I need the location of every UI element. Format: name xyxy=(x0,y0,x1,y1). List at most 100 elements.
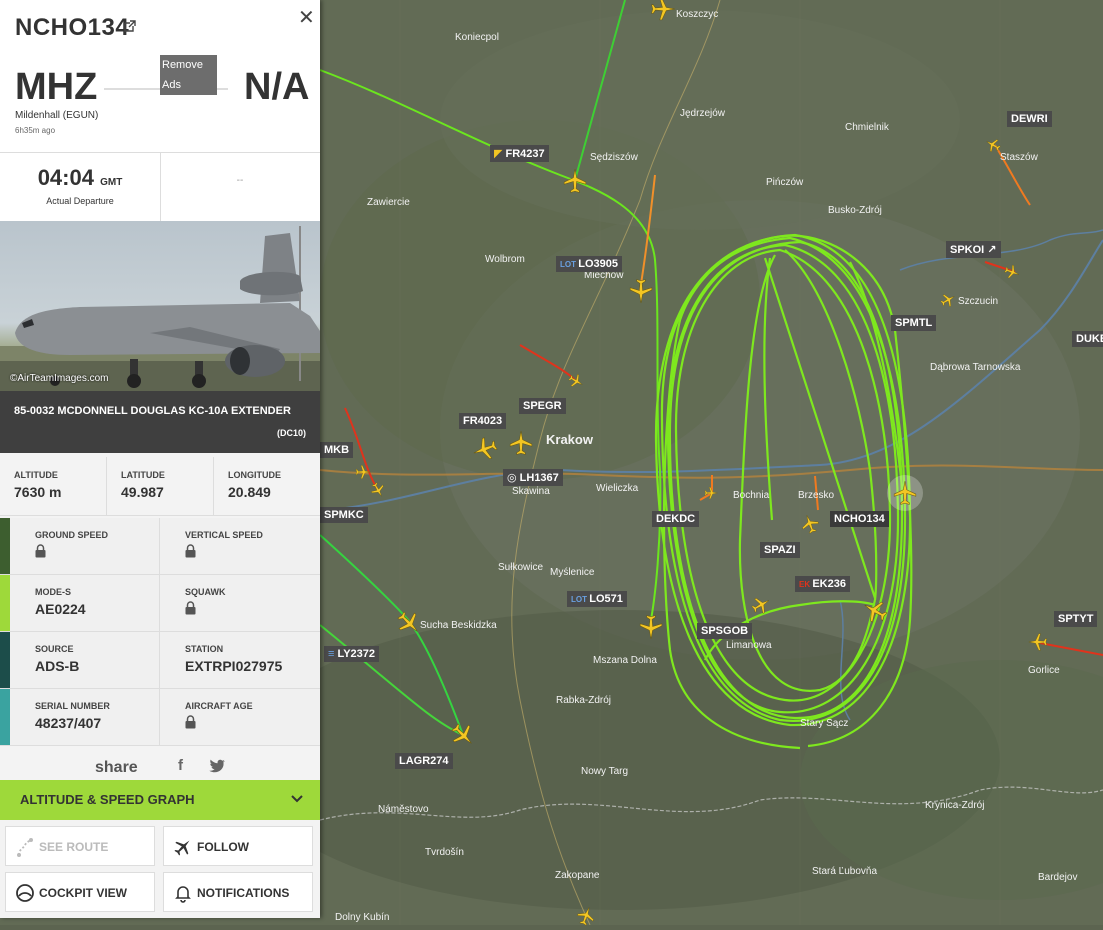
plane-icon[interactable] xyxy=(562,168,588,194)
flight-label[interactable]: DEWRI xyxy=(1007,111,1052,127)
longitude-cell: LONGITUDE 20.849 xyxy=(228,470,281,500)
plane-icon[interactable] xyxy=(985,137,1001,153)
bell-icon xyxy=(175,886,191,903)
plane-icon[interactable] xyxy=(862,598,888,624)
lock-icon xyxy=(185,715,196,729)
flight-label[interactable]: SPKOI ↗ xyxy=(946,241,1001,258)
destination-code: N/A xyxy=(244,66,310,108)
plane-icon[interactable] xyxy=(638,614,664,640)
photo-credit[interactable]: ©AirTeamImages.com xyxy=(10,373,109,384)
flight-label[interactable]: EK EK236 xyxy=(795,576,850,592)
departed-ago: 6h35m ago xyxy=(15,126,56,135)
city-label: Krakow xyxy=(546,432,593,447)
city-label: Szczucin xyxy=(958,296,999,307)
mode-s-row: MODE-S AE0224 SQUAWK xyxy=(0,575,320,632)
city-label: Gorlice xyxy=(1028,665,1060,676)
flight-label[interactable]: ≡ LY2372 xyxy=(324,646,380,662)
city-label: Myślenice xyxy=(550,567,595,578)
plane-icon[interactable] xyxy=(751,595,771,615)
emirates-logo-icon: EK xyxy=(799,580,813,589)
source-row: SOURCE ADS-B STATION EXTRPI027975 xyxy=(0,632,320,689)
city-label: Zakopane xyxy=(555,870,600,881)
follow-button[interactable]: FOLLOW xyxy=(163,826,313,866)
flight-label[interactable]: SPMKC xyxy=(320,507,368,523)
flight-label[interactable]: ◤ FR4237 xyxy=(490,145,549,162)
plane-follow-icon xyxy=(174,840,190,856)
flight-label[interactable]: SPSGOB xyxy=(697,623,753,639)
plane-icon[interactable] xyxy=(450,722,476,748)
flight-label[interactable]: DEKDC xyxy=(652,511,700,527)
share-label: share xyxy=(95,759,138,776)
notifications-button[interactable]: NOTIFICATIONS xyxy=(163,872,313,912)
plane-icon[interactable] xyxy=(650,0,676,22)
lufthansa-logo-icon: ◎ xyxy=(507,472,520,484)
city-label: Tvrdošín xyxy=(425,847,464,858)
twitter-icon[interactable] xyxy=(209,759,225,773)
altitude-speed-graph-toggle[interactable]: ALTITUDE & SPEED GRAPH xyxy=(0,780,320,820)
flight-label-selected[interactable]: NCHO134 xyxy=(830,511,889,527)
city-label: Dolny Kubín xyxy=(335,912,390,923)
route-icon xyxy=(17,838,33,857)
latitude-cell: LATITUDE 49.987 xyxy=(121,470,165,500)
plane-icon[interactable] xyxy=(800,514,820,534)
facebook-icon[interactable]: f xyxy=(178,757,183,774)
latitude-value: 49.987 xyxy=(121,484,164,500)
city-label: Sułkowice xyxy=(498,562,544,573)
lock-icon xyxy=(185,544,196,558)
departure-label: Actual Departure xyxy=(46,196,114,206)
plane-icon[interactable] xyxy=(1028,632,1048,652)
plane-icon[interactable] xyxy=(628,278,654,304)
city-label: Stary Sącz xyxy=(800,718,849,729)
plane-icon[interactable] xyxy=(370,482,386,498)
flight-label[interactable]: LOT LO571 xyxy=(567,591,627,607)
origin-code: MHZ xyxy=(15,66,98,108)
city-label: Limanowa xyxy=(726,640,772,651)
city-label: Wolbrom xyxy=(485,254,525,265)
external-link-icon[interactable] xyxy=(124,20,136,32)
lot-logo-icon: LOT xyxy=(560,260,579,269)
plane-icon[interactable] xyxy=(472,436,498,462)
city-label: Nowy Targ xyxy=(581,766,629,777)
serial-row: SERIAL NUMBER 48237/407 AIRCRAFT AGE xyxy=(0,689,320,746)
city-label: Koszczyc xyxy=(676,9,719,20)
see-route-button[interactable]: SEE ROUTE xyxy=(5,826,155,866)
city-label: Koniecpol xyxy=(455,32,499,43)
plane-icon[interactable] xyxy=(576,906,596,926)
aircraft-photo[interactable]: ©AirTeamImages.com xyxy=(0,221,320,391)
flight-label[interactable]: MKB xyxy=(320,442,354,458)
flight-callsign: NCHO134 xyxy=(15,14,130,41)
remove-ads-button[interactable]: Remove Ads xyxy=(160,55,217,95)
flight-label[interactable]: LOT LO3905 xyxy=(556,256,622,272)
close-icon[interactable]: ✕ xyxy=(298,5,315,30)
aircraft-name: 85-0032 MCDONNELL DOUGLAS KC-10A EXTENDE… xyxy=(14,405,291,417)
flight-label[interactable]: DUKE xyxy=(1072,331,1103,347)
plane-icon[interactable] xyxy=(940,292,956,308)
longitude-value: 20.849 xyxy=(228,484,271,500)
city-label: Chmielnik xyxy=(845,122,889,133)
flight-label[interactable]: SPTYT xyxy=(1054,611,1098,627)
plane-icon[interactable] xyxy=(1004,264,1020,280)
flight-label[interactable]: FR4023 xyxy=(459,413,507,429)
aircraft-type-code: (DC10) xyxy=(276,428,306,438)
flight-label[interactable]: ◎ LH1367 xyxy=(503,469,563,486)
plane-icon[interactable] xyxy=(396,610,422,636)
plane-icon[interactable] xyxy=(355,464,371,480)
flight-label[interactable]: SPAZI xyxy=(760,542,800,558)
plane-icon[interactable] xyxy=(704,486,718,500)
plane-icon[interactable] xyxy=(568,373,584,389)
city-label: Skawina xyxy=(512,486,550,497)
flight-label[interactable]: LAGR274 xyxy=(395,753,453,769)
lock-icon xyxy=(185,601,196,615)
cockpit-view-button[interactable]: COCKPIT VIEW xyxy=(5,872,155,912)
aircraft-image xyxy=(0,226,320,391)
selected-plane-icon[interactable] xyxy=(892,480,918,506)
departure-time: 04:04 GMT xyxy=(37,165,123,190)
share-section: share f xyxy=(0,746,320,780)
flight-header: NCHO134 ✕ MHZ Remove Ads N/A Mildenhall … xyxy=(0,0,320,153)
aircraft-name-bar: 85-0032 MCDONNELL DOUGLAS KC-10A EXTENDE… xyxy=(0,391,320,453)
arrival-placeholder: -- xyxy=(236,175,244,186)
plane-icon[interactable] xyxy=(508,430,534,456)
flight-label[interactable]: SPEGR xyxy=(519,398,566,414)
city-label: Bochnia xyxy=(733,490,770,501)
flight-label[interactable]: SPMTL xyxy=(891,315,937,331)
